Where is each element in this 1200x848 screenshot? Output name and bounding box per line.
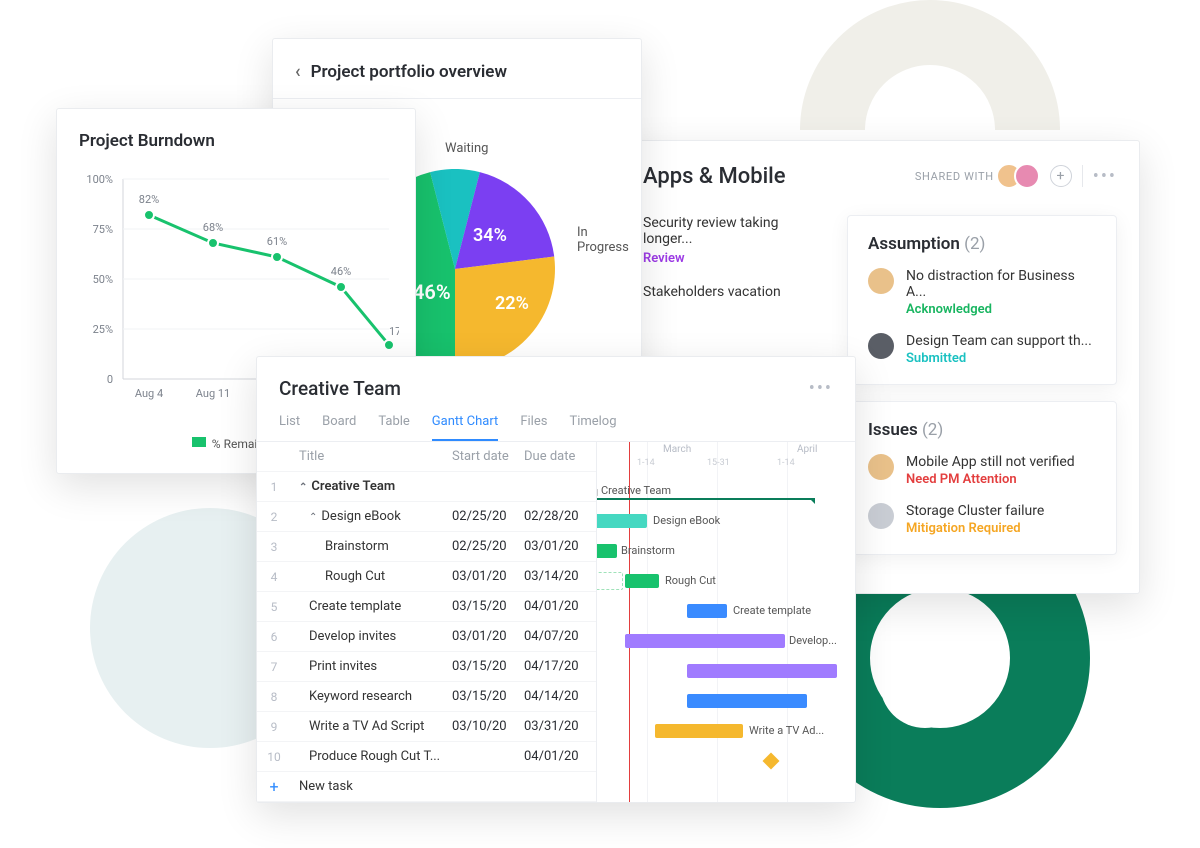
- table-row[interactable]: 3Brainstorm02/25/2003/01/20: [257, 532, 596, 562]
- svg-text:46%: 46%: [331, 265, 351, 278]
- list-item[interactable]: Mobile App still not verified Need PM At…: [868, 454, 1096, 487]
- list-item[interactable]: Storage Cluster failure Mitigation Requi…: [868, 503, 1096, 536]
- plus-icon[interactable]: +: [257, 777, 291, 796]
- svg-text:46%: 46%: [413, 280, 451, 304]
- avatar[interactable]: [1014, 163, 1040, 189]
- card-count: (2): [922, 420, 943, 440]
- table-row[interactable]: 9Write a TV Ad Script03/10/2003/31/20: [257, 712, 596, 742]
- col-start[interactable]: Start date: [452, 449, 524, 464]
- gantt-bar[interactable]: [625, 574, 659, 588]
- table-row[interactable]: 10Produce Rough Cut T...04/01/20: [257, 742, 596, 772]
- svg-text:75%: 75%: [93, 223, 113, 236]
- svg-text:0: 0: [107, 373, 113, 386]
- gantt-bar[interactable]: [597, 544, 617, 558]
- list-item[interactable]: No distraction for Business A... Acknowl…: [868, 268, 1096, 317]
- gantt-bar-planned: [597, 572, 623, 590]
- assumption-card: Assumption (2) No distraction for Busine…: [847, 215, 1117, 385]
- risk-item-title[interactable]: Stakeholders vacation: [643, 284, 825, 300]
- shared-with-label: SHARED WITH: [915, 170, 994, 183]
- new-task-row[interactable]: + New task: [257, 772, 596, 802]
- avatar: [868, 333, 894, 359]
- bar-label: Creative Team: [601, 484, 671, 497]
- risk-item-tag: Review: [643, 251, 825, 266]
- chevron-down-icon[interactable]: ⌃: [299, 482, 307, 493]
- milestone-diamond[interactable]: [763, 753, 780, 770]
- tab-board[interactable]: Board: [322, 414, 356, 441]
- risk-item-title[interactable]: Security review taking longer...: [643, 215, 825, 247]
- tab-table[interactable]: Table: [378, 414, 409, 441]
- apps-title: Apps & Mobile: [643, 164, 786, 189]
- portfolio-title: Project portfolio overview: [311, 62, 507, 82]
- svg-text:68%: 68%: [203, 221, 223, 234]
- month-label: April: [797, 444, 817, 455]
- svg-text:Aug 4: Aug 4: [135, 387, 163, 400]
- tab-gantt[interactable]: Gantt Chart: [432, 414, 499, 441]
- decorative-circle-white: [880, 638, 970, 728]
- gantt-title: Creative Team: [279, 377, 401, 400]
- card-count: (2): [964, 234, 985, 254]
- card-title: Assumption (2): [868, 234, 1096, 254]
- svg-text:82%: 82%: [139, 193, 159, 206]
- chevron-down-icon[interactable]: ⌃: [309, 512, 317, 523]
- burndown-title: Project Burndown: [79, 131, 393, 151]
- avatar: [868, 454, 894, 480]
- folder-icon: 🗀: [597, 484, 598, 503]
- gantt-table: Title Start date Due date 1⌃Creative Tea…: [257, 442, 597, 802]
- table-row[interactable]: 2⌃Design eBook02/25/2002/28/20: [257, 502, 596, 532]
- status-badge: Submitted: [906, 351, 1092, 366]
- gantt-bar[interactable]: [687, 604, 727, 618]
- legend-swatch: [192, 437, 206, 447]
- svg-text:61%: 61%: [267, 235, 287, 248]
- table-row[interactable]: 7Print invites03/15/2004/17/20: [257, 652, 596, 682]
- tab-files[interactable]: Files: [520, 414, 547, 441]
- shared-avatars[interactable]: [1004, 163, 1040, 189]
- tab-list[interactable]: List: [279, 414, 300, 441]
- tab-timelog[interactable]: Timelog: [569, 414, 616, 441]
- gantt-timeline[interactable]: March April 1-14 15-31 1-14 🗀 Creative T…: [597, 442, 855, 802]
- table-row[interactable]: 1⌃Creative Team: [257, 472, 596, 502]
- gantt-panel: Creative Team ••• List Board Table Gantt…: [256, 356, 856, 803]
- gantt-bar[interactable]: [687, 664, 837, 678]
- gantt-bar[interactable]: [687, 694, 807, 708]
- gantt-bar[interactable]: [655, 724, 743, 738]
- status-badge: Acknowledged: [906, 302, 1096, 317]
- status-badge: Need PM Attention: [906, 472, 1075, 487]
- col-due[interactable]: Due date: [524, 449, 596, 464]
- svg-text:Aug 11: Aug 11: [196, 387, 230, 400]
- avatar: [868, 503, 894, 529]
- svg-text:22%: 22%: [495, 293, 529, 314]
- table-row[interactable]: 8Keyword research03/15/2004/14/20: [257, 682, 596, 712]
- table-row[interactable]: 4Rough Cut03/01/2003/14/20: [257, 562, 596, 592]
- status-badge: Mitigation Required: [906, 521, 1044, 536]
- svg-text:34%: 34%: [473, 225, 507, 246]
- more-menu-icon[interactable]: •••: [809, 378, 833, 399]
- issues-card: Issues (2) Mobile App still not verified…: [847, 401, 1117, 555]
- pie-label-inprogress: In Progress: [577, 225, 629, 255]
- card-title: Issues (2): [868, 420, 1096, 440]
- gantt-bar[interactable]: [597, 514, 647, 528]
- gantt-bar[interactable]: [625, 634, 785, 648]
- back-icon[interactable]: ‹: [295, 61, 301, 82]
- pie-label-waiting: Waiting: [445, 141, 488, 156]
- more-menu-icon[interactable]: •••: [1093, 166, 1117, 187]
- month-label: March: [663, 444, 691, 455]
- list-item[interactable]: Design Team can support th... Submitted: [868, 333, 1096, 366]
- table-row[interactable]: 5Create template03/15/2004/01/20: [257, 592, 596, 622]
- avatar: [868, 268, 894, 294]
- view-tabs: List Board Table Gantt Chart Files Timel…: [257, 400, 855, 442]
- svg-text:50%: 50%: [93, 273, 113, 286]
- table-row[interactable]: 6Develop invites03/01/2004/07/20: [257, 622, 596, 652]
- svg-text:25%: 25%: [93, 323, 113, 336]
- group-bar[interactable]: [597, 498, 815, 500]
- divider: [1082, 165, 1083, 187]
- svg-text:17%: 17%: [389, 325, 399, 338]
- svg-text:100%: 100%: [86, 173, 113, 186]
- add-share-button[interactable]: +: [1050, 165, 1072, 187]
- col-title[interactable]: Title: [291, 449, 452, 464]
